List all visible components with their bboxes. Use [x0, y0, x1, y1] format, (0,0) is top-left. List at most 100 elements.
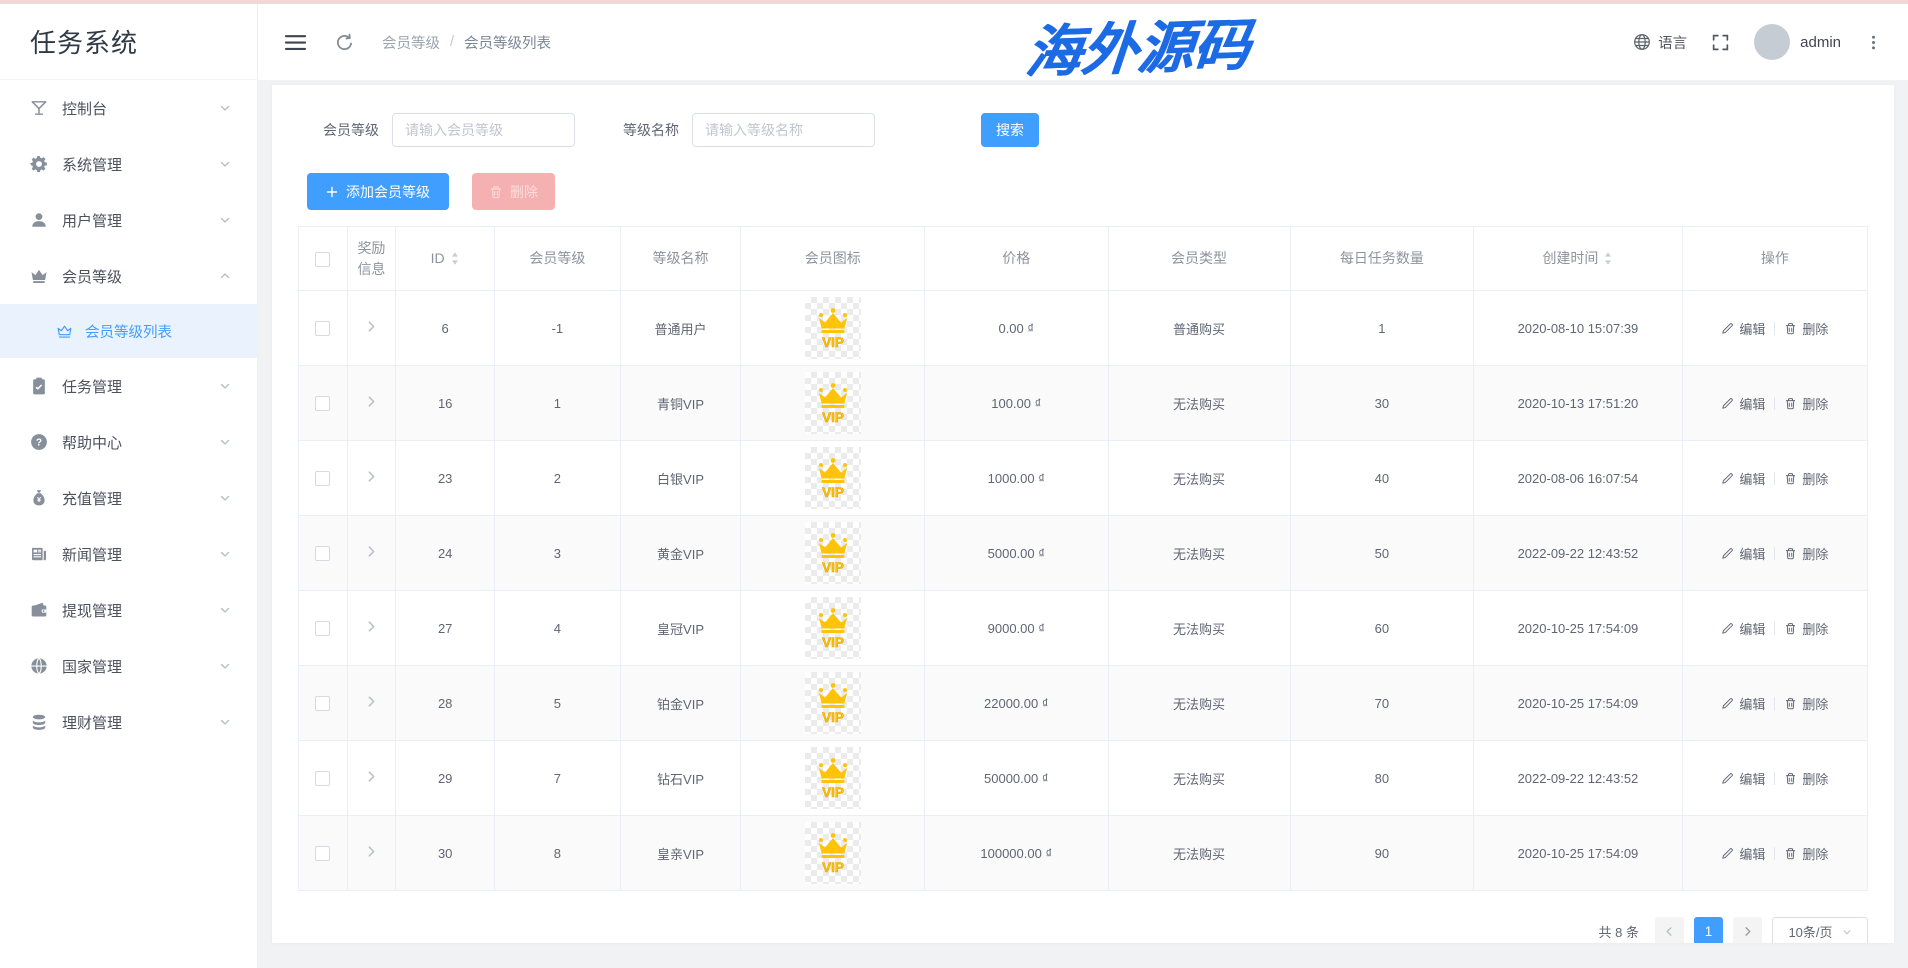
- question-icon: ?: [30, 433, 48, 451]
- trash-icon: [1784, 622, 1797, 635]
- row-checkbox[interactable]: [315, 771, 330, 786]
- column-label: ID: [431, 248, 445, 269]
- sidebar-subitem-label: 会员等级列表: [85, 321, 257, 342]
- cell-daily: 80: [1290, 741, 1474, 816]
- add-member-level-button[interactable]: 添加会员等级: [307, 173, 449, 210]
- sort-caret-icon[interactable]: [450, 251, 460, 266]
- delete-button[interactable]: 删除: [1784, 619, 1828, 638]
- edit-button[interactable]: 编辑: [1721, 394, 1765, 413]
- row-checkbox[interactable]: [315, 321, 330, 336]
- sidebar-item-country[interactable]: 国家管理: [0, 638, 257, 694]
- globe-icon: [30, 657, 48, 675]
- sidebar-item-console[interactable]: 控制台: [0, 80, 257, 136]
- row-checkbox[interactable]: [315, 471, 330, 486]
- cell-type: 无法购买: [1108, 816, 1290, 891]
- refresh-icon[interactable]: [335, 33, 354, 52]
- expand-row-icon[interactable]: [365, 545, 378, 558]
- edit-button[interactable]: 编辑: [1721, 619, 1765, 638]
- member-level-input[interactable]: [392, 113, 575, 147]
- expand-row-icon[interactable]: [365, 695, 378, 708]
- svg-text:VIP: VIP: [822, 785, 844, 800]
- edit-button[interactable]: 编辑: [1721, 469, 1765, 488]
- cell-name: 皇亲VIP: [620, 816, 741, 891]
- edit-button[interactable]: 编辑: [1721, 319, 1765, 338]
- sidebar-item-users[interactable]: 用户管理: [0, 192, 257, 248]
- page-1-button[interactable]: 1: [1694, 917, 1723, 943]
- sidebar-item-recharge[interactable]: ¥ 充值管理: [0, 470, 257, 526]
- divider: [1774, 397, 1775, 410]
- sidebar-subitem-membership-list[interactable]: 会员等级列表: [0, 304, 257, 358]
- topbar-right: 语言 admin: [1633, 24, 1882, 60]
- member-level-label: 会员等级: [323, 120, 379, 140]
- user-menu[interactable]: admin: [1754, 24, 1841, 60]
- menu-toggle-icon[interactable]: [284, 34, 307, 51]
- news-icon: [30, 545, 48, 563]
- cell-created: 2022-09-22 12:43:52: [1474, 516, 1683, 591]
- crown-vip-icon: VIP: [813, 305, 853, 351]
- fullscreen-icon[interactable]: [1711, 33, 1730, 52]
- edit-button[interactable]: 编辑: [1721, 694, 1765, 713]
- row-checkbox[interactable]: [315, 846, 330, 861]
- edit-button[interactable]: 编辑: [1721, 769, 1765, 788]
- sidebar-item-withdraw[interactable]: 提现管理: [0, 582, 257, 638]
- sidebar-item-tasks[interactable]: 任务管理: [0, 358, 257, 414]
- delete-button[interactable]: 删除: [1784, 394, 1828, 413]
- delete-button[interactable]: 删除: [1784, 544, 1828, 563]
- expand-row-icon[interactable]: [365, 320, 378, 333]
- chevron-down-icon: [219, 660, 231, 672]
- bulk-delete-button[interactable]: 删除: [472, 173, 555, 210]
- crown-icon: [30, 267, 48, 285]
- level-name-input[interactable]: [692, 113, 875, 147]
- console-icon: [30, 99, 48, 117]
- page-size-select[interactable]: 10条/页: [1772, 917, 1868, 943]
- table-header-row: 奖励信息ID会员等级等级名称会员图标价格会员类型每日任务数量创建时间操作: [299, 227, 1868, 291]
- row-checkbox[interactable]: [315, 546, 330, 561]
- breadcrumb-item[interactable]: 会员等级: [382, 32, 440, 53]
- table-row: 23 2 白银VIP VIP 1000.00 ₫ 无法购买 40 2020-08…: [299, 441, 1868, 516]
- expand-row-icon[interactable]: [365, 395, 378, 408]
- expand-row-icon[interactable]: [365, 470, 378, 483]
- edit-button[interactable]: 编辑: [1721, 844, 1765, 863]
- expand-row-icon[interactable]: [365, 770, 378, 783]
- delete-button[interactable]: 删除: [1784, 319, 1828, 338]
- prev-page-button[interactable]: [1655, 917, 1684, 943]
- sidebar-item-help[interactable]: ? 帮助中心: [0, 414, 257, 470]
- crown-vip-icon: VIP: [813, 830, 853, 876]
- svg-text:?: ?: [36, 438, 42, 449]
- cell-price: 50000.00 ₫: [924, 741, 1108, 816]
- sidebar-item-label: 国家管理: [62, 656, 219, 677]
- row-checkbox[interactable]: [315, 696, 330, 711]
- select-all-checkbox[interactable]: [315, 252, 330, 267]
- delete-button[interactable]: 删除: [1784, 769, 1828, 788]
- crown-vip-icon: VIP: [813, 530, 853, 576]
- cell-id: 23: [396, 441, 495, 516]
- sort-caret-icon[interactable]: [1603, 251, 1613, 266]
- delete-button[interactable]: 删除: [1784, 469, 1828, 488]
- cell-level: 7: [495, 741, 621, 816]
- sidebar-item-news[interactable]: 新闻管理: [0, 526, 257, 582]
- expand-row-icon[interactable]: [365, 845, 378, 858]
- column-header-id[interactable]: ID: [396, 227, 495, 291]
- column-header-type: 会员类型: [1108, 227, 1290, 291]
- next-page-button[interactable]: [1733, 917, 1762, 943]
- level-name-label: 等级名称: [623, 120, 679, 140]
- svg-text:VIP: VIP: [822, 335, 844, 350]
- column-header-created[interactable]: 创建时间: [1474, 227, 1683, 291]
- edit-button[interactable]: 编辑: [1721, 544, 1765, 563]
- sidebar-item-finance[interactable]: 理财管理: [0, 694, 257, 750]
- row-checkbox[interactable]: [315, 621, 330, 636]
- table-row: 16 1 青铜VIP VIP 100.00 ₫ 无法购买 30 2020-10-…: [299, 366, 1868, 441]
- delete-button[interactable]: 删除: [1784, 844, 1828, 863]
- sidebar-item-label: 控制台: [62, 98, 219, 119]
- more-options-icon[interactable]: [1865, 34, 1882, 51]
- crown-vip-icon: VIP: [813, 455, 853, 501]
- delete-button[interactable]: 删除: [1784, 694, 1828, 713]
- language-switcher[interactable]: 语言: [1633, 32, 1687, 53]
- row-checkbox[interactable]: [315, 396, 330, 411]
- sidebar-item-system[interactable]: 系统管理: [0, 136, 257, 192]
- search-button[interactable]: 搜索: [981, 113, 1039, 147]
- expand-row-icon[interactable]: [365, 620, 378, 633]
- sidebar-item-membership[interactable]: 会员等级: [0, 248, 257, 304]
- crown-vip-icon: VIP: [813, 755, 853, 801]
- cell-level: 4: [495, 591, 621, 666]
